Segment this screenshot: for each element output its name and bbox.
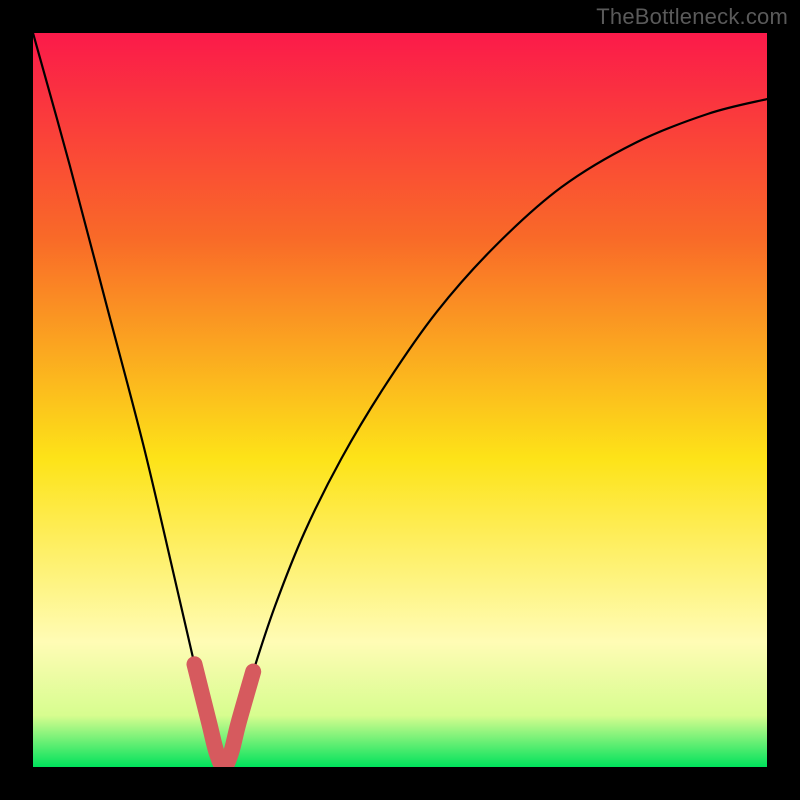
chart-stage: TheBottleneck.com (0, 0, 800, 800)
gradient-background (33, 33, 767, 767)
bottleneck-chart (0, 0, 800, 800)
watermark-text: TheBottleneck.com (596, 4, 788, 30)
